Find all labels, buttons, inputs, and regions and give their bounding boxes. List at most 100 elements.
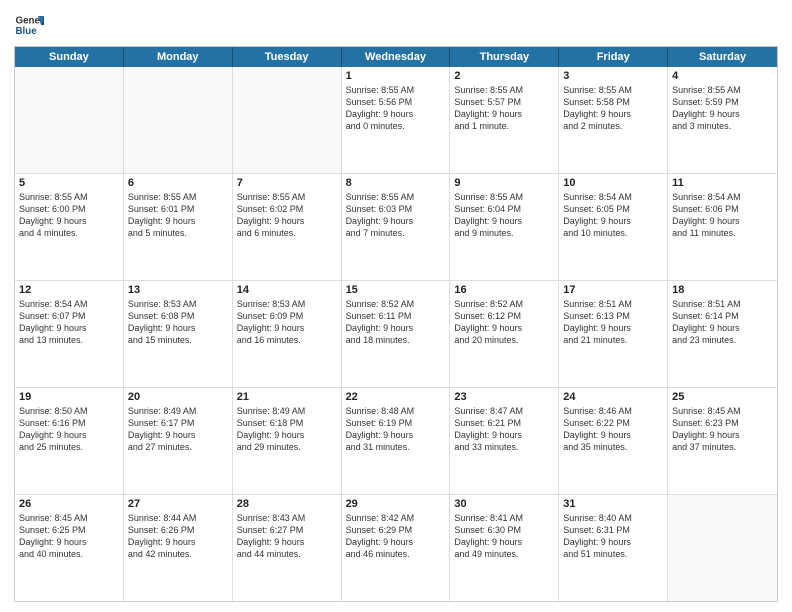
calendar-cell: 6 Sunrise: 8:55 AM Sunset: 6:01 PM Daylig… — [124, 174, 233, 280]
day-number: 7 — [237, 177, 337, 189]
calendar-cell — [124, 67, 233, 173]
day-number: 4 — [672, 70, 773, 82]
calendar-cell: 20Sunrise: 8:49 AM Sunset: 6:17 PM Dayli… — [124, 388, 233, 494]
day-info: Sunrise: 8:55 AM Sunset: 5:56 PM Dayligh… — [346, 84, 446, 133]
day-number: 23 — [454, 391, 554, 403]
calendar-cell: 1 Sunrise: 8:55 AM Sunset: 5:56 PM Daylig… — [342, 67, 451, 173]
calendar-body: 1 Sunrise: 8:55 AM Sunset: 5:56 PM Daylig… — [15, 67, 777, 601]
calendar-cell: 12Sunrise: 8:54 AM Sunset: 6:07 PM Dayli… — [15, 281, 124, 387]
calendar-cell: 5 Sunrise: 8:55 AM Sunset: 6:00 PM Daylig… — [15, 174, 124, 280]
svg-text:Blue: Blue — [16, 26, 38, 37]
day-number: 28 — [237, 498, 337, 510]
day-number: 27 — [128, 498, 228, 510]
calendar-cell: 29Sunrise: 8:42 AM Sunset: 6:29 PM Dayli… — [342, 495, 451, 601]
calendar-cell: 25Sunrise: 8:45 AM Sunset: 6:23 PM Dayli… — [668, 388, 777, 494]
day-info: Sunrise: 8:44 AM Sunset: 6:26 PM Dayligh… — [128, 512, 228, 561]
calendar-cell: 26Sunrise: 8:45 AM Sunset: 6:25 PM Dayli… — [15, 495, 124, 601]
day-number: 21 — [237, 391, 337, 403]
calendar-cell: 4Sunrise: 8:55 AM Sunset: 5:59 PM Daylig… — [668, 67, 777, 173]
weekday-header: Sunday — [15, 47, 124, 67]
calendar-cell: 22Sunrise: 8:48 AM Sunset: 6:19 PM Dayli… — [342, 388, 451, 494]
calendar-header: SundayMondayTuesdayWednesdayThursdayFrid… — [15, 47, 777, 67]
day-number: 30 — [454, 498, 554, 510]
day-number: 5 — [19, 177, 119, 189]
weekday-header: Thursday — [450, 47, 559, 67]
calendar-cell: 24 Sunrise: 8:46 AM Sunset: 6:22 PM Dayli… — [559, 388, 668, 494]
day-number: 1 — [346, 70, 446, 82]
calendar: SundayMondayTuesdayWednesdayThursdayFrid… — [14, 46, 778, 602]
day-number: 13 — [128, 284, 228, 296]
day-number: 25 — [672, 391, 773, 403]
day-info: Sunrise: 8:40 AM Sunset: 6:31 PM Dayligh… — [563, 512, 663, 561]
day-info: Sunrise: 8:54 AM Sunset: 6:06 PM Dayligh… — [672, 191, 773, 240]
calendar-cell: 8 Sunrise: 8:55 AM Sunset: 6:03 PM Daylig… — [342, 174, 451, 280]
calendar-cell: 3 Sunrise: 8:55 AM Sunset: 5:58 PM Daylig… — [559, 67, 668, 173]
calendar-cell: 18Sunrise: 8:51 AM Sunset: 6:14 PM Dayli… — [668, 281, 777, 387]
day-number: 11 — [672, 177, 773, 189]
calendar-cell — [15, 67, 124, 173]
calendar-row: 19 Sunrise: 8:50 AM Sunset: 6:16 PM Dayli… — [15, 387, 777, 494]
calendar-row: 5 Sunrise: 8:55 AM Sunset: 6:00 PM Daylig… — [15, 173, 777, 280]
weekday-header: Friday — [559, 47, 668, 67]
day-info: Sunrise: 8:55 AM Sunset: 5:58 PM Dayligh… — [563, 84, 663, 133]
day-info: Sunrise: 8:49 AM Sunset: 6:18 PM Dayligh… — [237, 405, 337, 454]
day-number: 29 — [346, 498, 446, 510]
calendar-cell: 11 Sunrise: 8:54 AM Sunset: 6:06 PM Dayli… — [668, 174, 777, 280]
day-number: 8 — [346, 177, 446, 189]
calendar-cell — [668, 495, 777, 601]
calendar-cell: 16 Sunrise: 8:52 AM Sunset: 6:12 PM Dayli… — [450, 281, 559, 387]
calendar-cell: 2 Sunrise: 8:55 AM Sunset: 5:57 PM Daylig… — [450, 67, 559, 173]
logo-icon: General Blue — [14, 10, 44, 40]
calendar-cell: 21 Sunrise: 8:49 AM Sunset: 6:18 PM Dayli… — [233, 388, 342, 494]
day-info: Sunrise: 8:46 AM Sunset: 6:22 PM Dayligh… — [563, 405, 663, 454]
calendar-cell: 27 Sunrise: 8:44 AM Sunset: 6:26 PM Dayli… — [124, 495, 233, 601]
day-number: 15 — [346, 284, 446, 296]
day-number: 9 — [454, 177, 554, 189]
day-info: Sunrise: 8:55 AM Sunset: 6:04 PM Dayligh… — [454, 191, 554, 240]
calendar-cell: 19 Sunrise: 8:50 AM Sunset: 6:16 PM Dayli… — [15, 388, 124, 494]
day-number: 18 — [672, 284, 773, 296]
day-info: Sunrise: 8:55 AM Sunset: 5:57 PM Dayligh… — [454, 84, 554, 133]
page: General Blue SundayMondayTuesdayWednesda… — [0, 0, 792, 612]
weekday-header: Monday — [124, 47, 233, 67]
calendar-cell: 13 Sunrise: 8:53 AM Sunset: 6:08 PM Dayli… — [124, 281, 233, 387]
day-info: Sunrise: 8:41 AM Sunset: 6:30 PM Dayligh… — [454, 512, 554, 561]
day-info: Sunrise: 8:55 AM Sunset: 6:02 PM Dayligh… — [237, 191, 337, 240]
day-number: 2 — [454, 70, 554, 82]
calendar-cell: 17Sunrise: 8:51 AM Sunset: 6:13 PM Dayli… — [559, 281, 668, 387]
weekday-header: Saturday — [668, 47, 777, 67]
weekday-header: Tuesday — [233, 47, 342, 67]
weekday-header: Wednesday — [342, 47, 451, 67]
calendar-row: 12Sunrise: 8:54 AM Sunset: 6:07 PM Dayli… — [15, 280, 777, 387]
day-info: Sunrise: 8:53 AM Sunset: 6:08 PM Dayligh… — [128, 298, 228, 347]
day-info: Sunrise: 8:52 AM Sunset: 6:11 PM Dayligh… — [346, 298, 446, 347]
day-number: 20 — [128, 391, 228, 403]
day-info: Sunrise: 8:48 AM Sunset: 6:19 PM Dayligh… — [346, 405, 446, 454]
day-number: 12 — [19, 284, 119, 296]
day-info: Sunrise: 8:54 AM Sunset: 6:05 PM Dayligh… — [563, 191, 663, 240]
calendar-cell: 15 Sunrise: 8:52 AM Sunset: 6:11 PM Dayli… — [342, 281, 451, 387]
calendar-cell: 7 Sunrise: 8:55 AM Sunset: 6:02 PM Daylig… — [233, 174, 342, 280]
logo: General Blue — [14, 10, 48, 40]
calendar-row: 26Sunrise: 8:45 AM Sunset: 6:25 PM Dayli… — [15, 494, 777, 601]
calendar-row: 1 Sunrise: 8:55 AM Sunset: 5:56 PM Daylig… — [15, 67, 777, 173]
day-number: 19 — [19, 391, 119, 403]
day-info: Sunrise: 8:55 AM Sunset: 6:03 PM Dayligh… — [346, 191, 446, 240]
day-number: 16 — [454, 284, 554, 296]
day-number: 3 — [563, 70, 663, 82]
day-number: 14 — [237, 284, 337, 296]
calendar-cell: 23Sunrise: 8:47 AM Sunset: 6:21 PM Dayli… — [450, 388, 559, 494]
day-number: 24 — [563, 391, 663, 403]
calendar-cell: 31 Sunrise: 8:40 AM Sunset: 6:31 PM Dayli… — [559, 495, 668, 601]
day-info: Sunrise: 8:51 AM Sunset: 6:13 PM Dayligh… — [563, 298, 663, 347]
day-info: Sunrise: 8:55 AM Sunset: 6:01 PM Dayligh… — [128, 191, 228, 240]
day-info: Sunrise: 8:50 AM Sunset: 6:16 PM Dayligh… — [19, 405, 119, 454]
day-number: 26 — [19, 498, 119, 510]
day-info: Sunrise: 8:52 AM Sunset: 6:12 PM Dayligh… — [454, 298, 554, 347]
day-info: Sunrise: 8:53 AM Sunset: 6:09 PM Dayligh… — [237, 298, 337, 347]
day-info: Sunrise: 8:43 AM Sunset: 6:27 PM Dayligh… — [237, 512, 337, 561]
calendar-cell: 28 Sunrise: 8:43 AM Sunset: 6:27 PM Dayli… — [233, 495, 342, 601]
day-number: 6 — [128, 177, 228, 189]
day-info: Sunrise: 8:55 AM Sunset: 6:00 PM Dayligh… — [19, 191, 119, 240]
day-number: 31 — [563, 498, 663, 510]
